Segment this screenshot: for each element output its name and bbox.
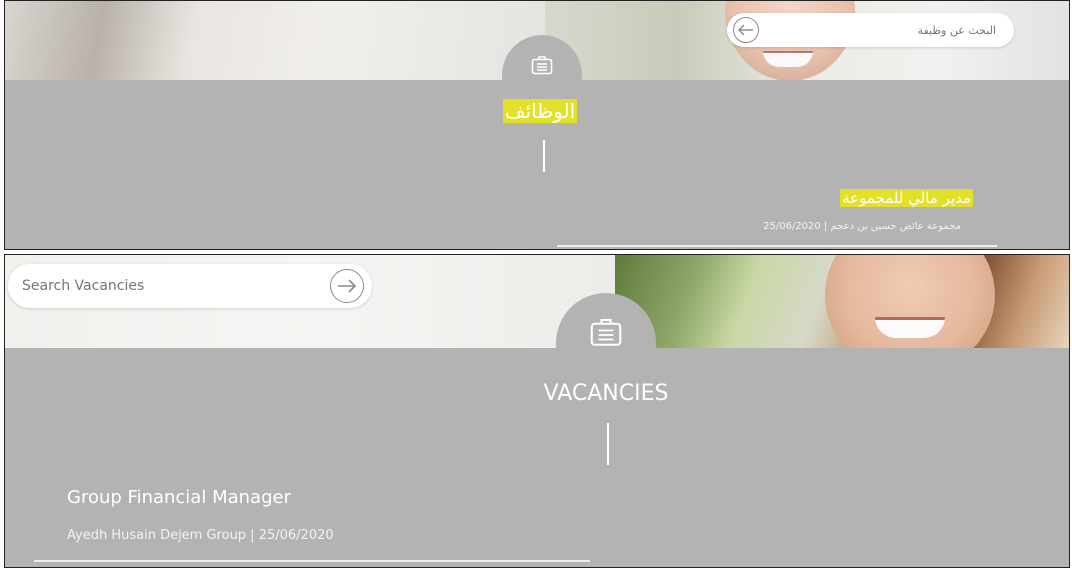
briefcase-icon [590,318,622,346]
vertical-divider [543,140,545,172]
arrow-left-icon [738,24,753,36]
search-submit-button[interactable] [330,269,364,303]
section-title-text: الوظائف [502,99,578,123]
arrow-right-icon [338,279,357,293]
section-icon-badge [556,293,656,393]
arabic-vacancies-panel: الوظائف مدير مالي للمجموعة مجموعة عائض ح… [4,0,1070,250]
search-bar [727,13,1014,47]
section-title: الوظائف [445,99,635,123]
job-divider [34,560,590,562]
search-input[interactable] [727,23,1014,37]
job-divider [557,245,997,247]
briefcase-icon [531,56,553,75]
section-title: VACANCIES [543,381,669,406]
search-input[interactable] [8,278,372,294]
job-title[interactable]: مدير مالي للمجموعة [840,189,973,207]
english-vacancies-panel: VACANCIES Group Financial Manager Ayedh … [4,254,1070,568]
vertical-divider [607,423,609,465]
job-meta: مجموعة عائض حسين بن دعجم | 25/06/2020 [763,221,961,232]
hero-photo-left [5,1,545,80]
job-title[interactable]: Group Financial Manager [67,487,291,508]
smile-image [875,317,945,338]
job-meta: Ayedh Husain Dejem Group | 25/06/2020 [67,528,334,543]
search-bar [8,264,372,308]
search-submit-button[interactable] [733,17,759,43]
hero-banner [5,255,1069,348]
job-title-text[interactable]: مدير مالي للمجموعة [840,189,973,207]
